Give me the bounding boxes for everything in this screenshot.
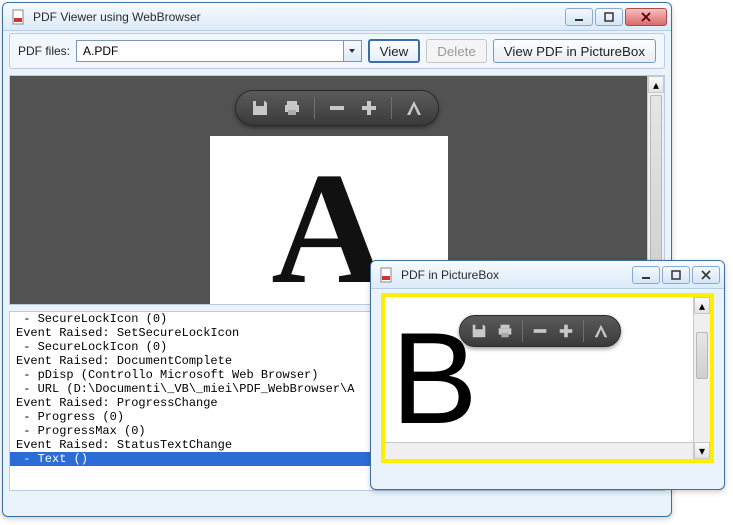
titlebar[interactable]: PDF in PictureBox [371, 261, 724, 289]
separator [583, 320, 584, 342]
view-button[interactable]: View [368, 39, 421, 63]
print-icon[interactable] [282, 98, 302, 118]
scroll-down-icon[interactable]: ▾ [694, 442, 710, 459]
maximize-button[interactable] [662, 266, 690, 284]
scroll-thumb[interactable] [696, 332, 708, 379]
zoom-in-icon[interactable] [359, 98, 379, 118]
close-button[interactable] [692, 266, 720, 284]
maximize-button[interactable] [595, 8, 623, 26]
mini-pdf-page: B [391, 303, 688, 453]
titlebar[interactable]: PDF Viewer using WebBrowser [3, 3, 671, 31]
adobe-icon[interactable] [592, 322, 610, 340]
scroll-thumb[interactable] [650, 95, 662, 285]
pdf-toolbar [459, 315, 621, 347]
pdf-toolbar [235, 90, 439, 126]
minimize-button[interactable] [632, 266, 660, 284]
print-icon[interactable] [496, 322, 514, 340]
zoom-out-icon[interactable] [327, 98, 347, 118]
window-title: PDF Viewer using WebBrowser [33, 10, 565, 24]
pdf-files-input[interactable] [77, 41, 343, 61]
picturebox-window: PDF in PictureBox B ▴ [370, 260, 725, 490]
window-controls [565, 8, 667, 26]
picturebox: B ▴ ▾ [381, 293, 714, 463]
separator [314, 97, 315, 119]
zoom-out-icon[interactable] [531, 322, 549, 340]
picturebox-scrollbar-v[interactable]: ▴ ▾ [693, 297, 710, 459]
window-title: PDF in PictureBox [401, 268, 632, 282]
pdf-files-combo[interactable] [76, 40, 362, 62]
save-icon[interactable] [470, 322, 488, 340]
picturebox-scrollbar-h[interactable] [385, 442, 693, 459]
adobe-icon[interactable] [404, 98, 424, 118]
view-picturebox-button[interactable]: View PDF in PictureBox [493, 39, 656, 63]
scroll-up-icon[interactable]: ▴ [648, 76, 664, 93]
toolbar: PDF files: View Delete View PDF in Pictu… [9, 33, 665, 69]
client-area: B ▴ ▾ [377, 291, 718, 483]
pdf-files-label: PDF files: [18, 44, 70, 58]
scroll-up-icon[interactable]: ▴ [694, 297, 710, 314]
zoom-in-icon[interactable] [557, 322, 575, 340]
close-button[interactable] [625, 8, 667, 26]
status-bar [381, 466, 714, 481]
minimize-button[interactable] [565, 8, 593, 26]
separator [391, 97, 392, 119]
combo-dropdown-button[interactable] [343, 41, 361, 61]
separator [522, 320, 523, 342]
pdf-app-icon [379, 267, 395, 283]
pdf-app-icon [11, 9, 27, 25]
window-controls [632, 266, 720, 284]
delete-button: Delete [426, 39, 487, 63]
save-icon[interactable] [250, 98, 270, 118]
